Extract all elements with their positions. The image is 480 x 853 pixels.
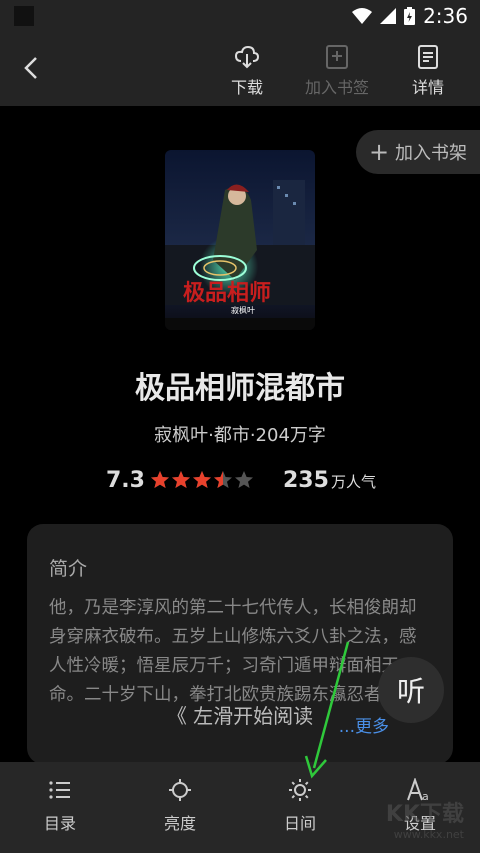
- notification-icon: [14, 6, 34, 26]
- bookmark-plus-icon: [326, 45, 348, 69]
- cover-art: 极品相师 寂枫叶: [165, 150, 315, 330]
- popularity-unit: 万人气: [330, 473, 376, 491]
- rating-row: 7.3 235 万人气: [0, 468, 480, 498]
- star-icon: [151, 471, 169, 488]
- watermark-url: www.kkx.net: [393, 828, 464, 841]
- battery-icon: [404, 7, 416, 25]
- day-mode-label: 日间: [283, 814, 316, 833]
- popularity: 235 万人气: [283, 468, 376, 493]
- signal-icon: [380, 8, 397, 24]
- wifi-icon: [352, 8, 373, 24]
- intro-heading: 简介: [49, 558, 88, 580]
- list-icon: [49, 781, 70, 799]
- download-label: 下载: [230, 78, 263, 97]
- clock: 2:36: [423, 4, 468, 28]
- brightness-button[interactable]: 亮度: [140, 778, 220, 834]
- watermark-brand: KK下载: [385, 802, 464, 827]
- add-to-shelf-button[interactable]: + 加入书架: [356, 130, 480, 174]
- document-icon: [418, 45, 438, 69]
- add-to-shelf-label: 加入书架: [395, 143, 468, 164]
- cloud-download-icon: [234, 45, 260, 69]
- catalog-button[interactable]: 目录: [20, 778, 100, 834]
- sun-icon: [289, 779, 311, 801]
- watermark: KK下载 www.kkx.net: [386, 796, 464, 841]
- star-rating: [150, 470, 254, 490]
- intro-text: 他，乃是李淳风的第二十七代传人，长相俊朗却身穿麻衣破布。五岁上山修炼六爻八卦之法…: [49, 598, 417, 705]
- status-bar: 2:36: [0, 0, 480, 34]
- add-bookmark-button[interactable]: 加入书签: [297, 44, 377, 98]
- star-icon: [235, 471, 253, 488]
- download-button[interactable]: 下载: [207, 44, 287, 98]
- brightness-icon: [169, 779, 191, 801]
- star-icon: [193, 471, 211, 488]
- brightness-label: 亮度: [163, 814, 196, 833]
- catalog-label: 目录: [43, 814, 76, 833]
- star-icon: [172, 471, 190, 488]
- details-label: 详情: [411, 78, 444, 97]
- book-meta: 寂枫叶·都市·204万字: [154, 425, 326, 446]
- listen-label: 听: [396, 675, 425, 708]
- plus-icon: +: [368, 138, 390, 166]
- book-cover[interactable]: 极品相师 寂枫叶: [165, 150, 315, 330]
- day-mode-button[interactable]: 日间: [260, 778, 340, 834]
- details-button[interactable]: 详情: [388, 44, 468, 98]
- back-arrow-icon[interactable]: [16, 52, 48, 84]
- popularity-value: 235: [283, 468, 329, 493]
- listen-button[interactable]: 听: [378, 657, 444, 723]
- cover-author: 寂枫叶: [231, 305, 255, 315]
- star-icon: [214, 471, 232, 488]
- cover-title: 极品相师: [183, 280, 271, 306]
- add-bookmark-label: 加入书签: [304, 78, 369, 97]
- book-title: 极品相师混都市: [135, 371, 345, 406]
- rating-score: 7.3: [106, 468, 145, 493]
- top-toolbar: 下载 加入书签 详情: [0, 34, 480, 106]
